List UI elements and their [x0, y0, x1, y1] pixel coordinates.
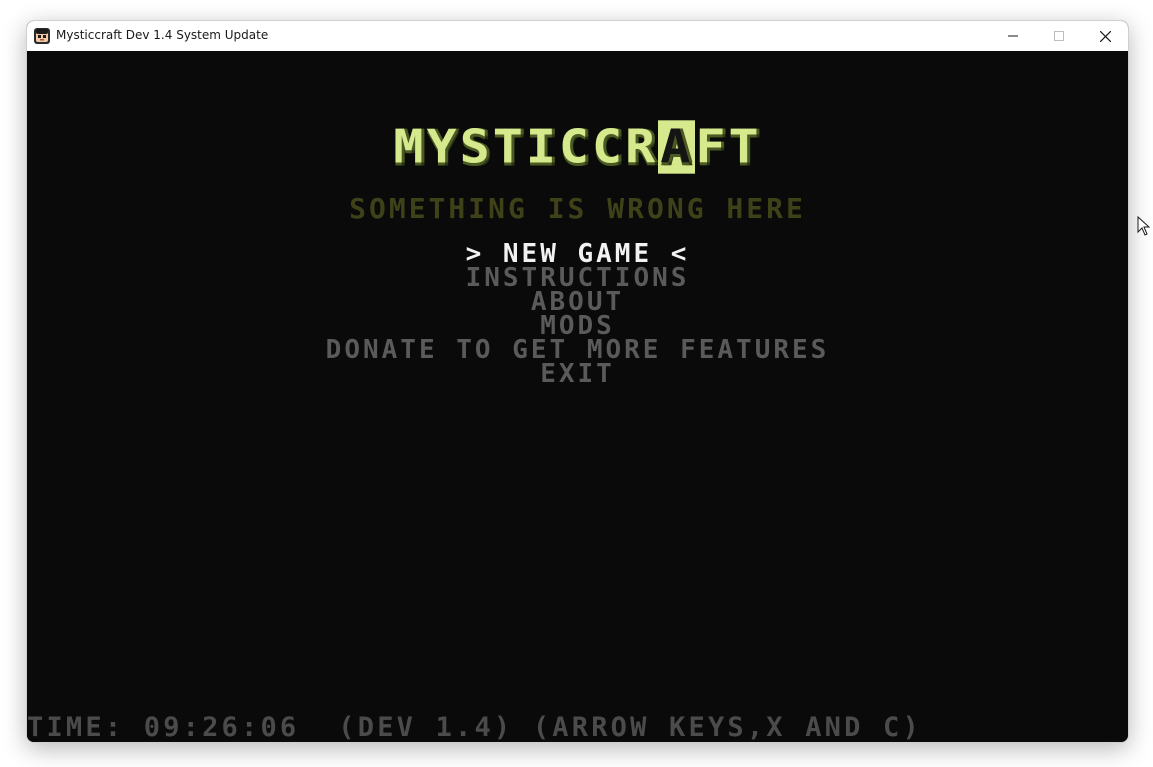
app-face-icon — [34, 28, 50, 44]
status-bar: TIME: 09:26:06 (DEV 1.4) (ARROW KEYS,X A… — [27, 712, 922, 742]
game-window: Mysticcraft Dev 1.4 System Update MYSTIC… — [26, 20, 1129, 743]
menu-item-exit[interactable]: EXIT — [27, 361, 1128, 387]
minimize-button[interactable] — [990, 21, 1036, 51]
game-logo: MYSTICCRAFT — [27, 118, 1128, 176]
subtitle: SOMETHING IS WRONG HERE — [349, 192, 806, 225]
logo-text: MYSTICCRAFT — [393, 120, 762, 174]
close-button[interactable] — [1082, 21, 1128, 51]
close-icon — [1099, 30, 1111, 42]
minimize-icon — [1008, 35, 1018, 37]
game-screen[interactable]: MYSTICCRAFT SOMETHING IS WRONG HERE > NE… — [27, 52, 1128, 742]
window-title: Mysticcraft Dev 1.4 System Update — [56, 28, 269, 42]
maximize-icon — [1054, 31, 1064, 41]
logo-creeper-letter: A — [658, 120, 696, 174]
title-bar[interactable]: Mysticcraft Dev 1.4 System Update — [27, 21, 1128, 51]
desktop: Mysticcraft Dev 1.4 System Update MYSTIC… — [0, 0, 1153, 767]
mouse-cursor-icon — [1137, 216, 1151, 236]
maximize-button[interactable] — [1036, 21, 1082, 51]
